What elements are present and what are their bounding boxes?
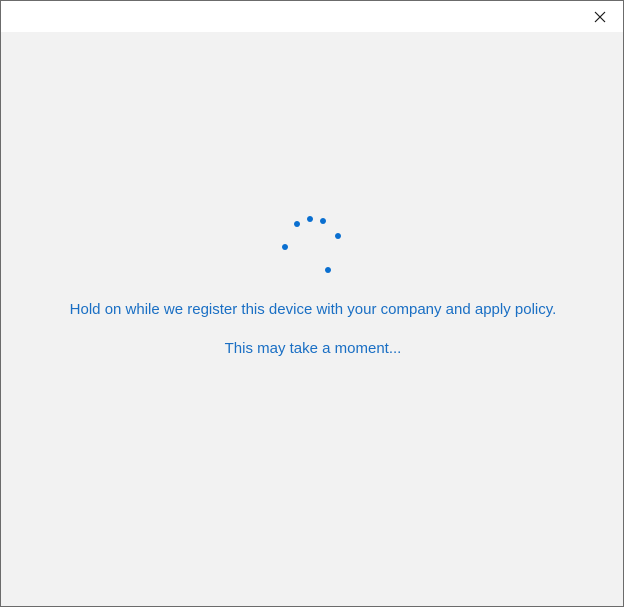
spinner-dot: [307, 216, 313, 222]
close-icon: [594, 11, 606, 23]
spinner-dot: [282, 244, 288, 250]
wait-message: This may take a moment...: [224, 340, 402, 357]
close-button[interactable]: [577, 1, 623, 32]
spinner-dot: [294, 221, 300, 227]
registration-message: Hold on while we register this device wi…: [69, 301, 557, 318]
spinner-dot: [325, 267, 331, 273]
spinner-dot: [320, 218, 326, 224]
spinner-dot: [335, 233, 341, 239]
loading-spinner-icon: [281, 214, 343, 276]
registration-dialog: Hold on while we register this device wi…: [0, 0, 624, 607]
title-bar: [1, 1, 623, 32]
